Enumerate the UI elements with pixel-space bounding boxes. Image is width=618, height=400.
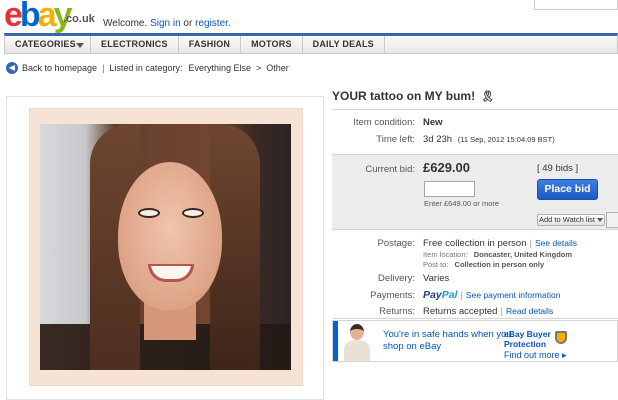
find-out-more-link[interactable]: Find out more ▸: [504, 350, 567, 361]
item-location: Item location: Doncaster, United Kingdom: [423, 250, 572, 259]
header: ebay .co.uk Welcome. Sign in or register…: [0, 0, 618, 34]
place-bid-button[interactable]: Place bid: [537, 179, 598, 200]
welcome-text: Welcome.: [103, 18, 148, 29]
back-to-homepage-link[interactable]: Back to homepage: [22, 62, 97, 75]
logo-domain: .co.uk: [63, 13, 95, 25]
register-link[interactable]: register.: [195, 18, 231, 29]
delivery-value: Varies: [423, 273, 450, 284]
current-bid-label: Current bid:: [365, 164, 415, 175]
time-left: 3d 23h: [423, 134, 453, 145]
title-divider: [332, 109, 618, 110]
post-to-value: Collection in person only: [454, 260, 545, 269]
section-divider: [332, 318, 618, 319]
nav-fashion[interactable]: FASHION: [179, 36, 242, 54]
safe-hands-message: You're in safe hands when you shop on eB…: [383, 329, 512, 352]
item-photo[interactable]: [40, 124, 291, 370]
category-nav: CATEGORIES ELECTRONICS FASHION MOTORS DA…: [4, 33, 618, 54]
time-left-label: Time left:: [376, 134, 415, 145]
nav-electronics[interactable]: ELECTRONICS: [91, 36, 179, 54]
bid-amount-input[interactable]: [424, 181, 475, 197]
item-image-panel: [6, 96, 324, 400]
item-condition-value: New: [423, 117, 443, 128]
nav-categories-label: CATEGORIES: [15, 39, 76, 49]
nav-daily-deals[interactable]: DAILY DEALS: [303, 36, 385, 54]
item-location-label: Item location:: [423, 250, 468, 259]
shield-icon: [555, 331, 567, 344]
returns-label: Returns:: [379, 306, 415, 317]
subcategory-link[interactable]: Other: [266, 62, 289, 75]
chevron-down-icon: [76, 43, 84, 48]
breadcrumb: ◀ Back to homepage | Listed in category:…: [6, 61, 289, 75]
time-left-value: 3d 23h (11 Sep, 2012 15:04:09 BST): [423, 134, 555, 145]
delivery-label: Delivery:: [378, 273, 415, 284]
search-box-edge[interactable]: [534, 0, 618, 10]
postage-label: Postage:: [377, 238, 416, 249]
item-title-text: YOUR tattoo on MY bum!: [332, 89, 476, 103]
bid-count-link[interactable]: [ 49 bids ]: [537, 163, 578, 174]
breadcrumb-separator: >: [255, 62, 262, 73]
bid-hint: Enter £649.00 or more: [424, 199, 500, 208]
buyer-protection-banner[interactable]: You're in safe hands when you shop on eB…: [332, 320, 618, 362]
returns-value: Returns accepted | Read details: [423, 306, 554, 317]
photo-frame: [29, 108, 303, 386]
payments-value: PayPal | See payment information: [423, 289, 561, 301]
nav-categories[interactable]: CATEGORIES: [5, 36, 91, 54]
post-to: Post to: Collection in person only: [423, 260, 544, 269]
back-arrow-icon[interactable]: ◀: [6, 62, 18, 74]
or-text: or: [183, 18, 193, 29]
ebay-logo[interactable]: ebay: [4, 0, 73, 32]
payment-information-link[interactable]: See payment information: [466, 290, 561, 300]
current-bid-price: £629.00: [423, 160, 470, 175]
postage-value: Free collection in person | See details: [423, 238, 578, 249]
breadcrumb-divider: |: [102, 62, 105, 73]
item-location-value: Doncaster, United Kingdom: [473, 250, 573, 259]
read-details-link[interactable]: Read details: [506, 306, 553, 316]
payments-label: Payments:: [370, 290, 415, 301]
watch-list-label: Add to Watch list: [539, 215, 595, 224]
nav-motors[interactable]: MOTORS: [241, 36, 303, 54]
sign-in-link[interactable]: Sign in: [150, 18, 181, 29]
category-link[interactable]: Everything Else: [188, 62, 251, 75]
welcome-message: Welcome. Sign in or register.: [103, 18, 231, 29]
add-to-watch-list-button[interactable]: Add to Watch list: [537, 214, 605, 226]
paypal-logo: PayPal: [423, 289, 458, 301]
ribbon-icon: 🎗: [480, 91, 495, 103]
post-to-label: Post to:: [423, 260, 449, 269]
item-condition-label: Item condition:: [353, 117, 415, 128]
listed-in-label: Listed in category:: [109, 62, 183, 73]
support-agent-image: [341, 322, 373, 361]
buyer-protection-title: eBay Buyer Protection: [504, 329, 551, 349]
item-title: YOUR tattoo on MY bum! 🎗: [332, 89, 494, 103]
returns-text: Returns accepted: [423, 306, 498, 317]
see-details-link[interactable]: See details: [535, 238, 577, 248]
postage-text: Free collection in person: [423, 238, 527, 249]
side-tab[interactable]: [606, 212, 618, 228]
end-time: (11 Sep, 2012 15:04:09 BST): [457, 135, 555, 144]
chevron-down-icon: [597, 218, 603, 223]
